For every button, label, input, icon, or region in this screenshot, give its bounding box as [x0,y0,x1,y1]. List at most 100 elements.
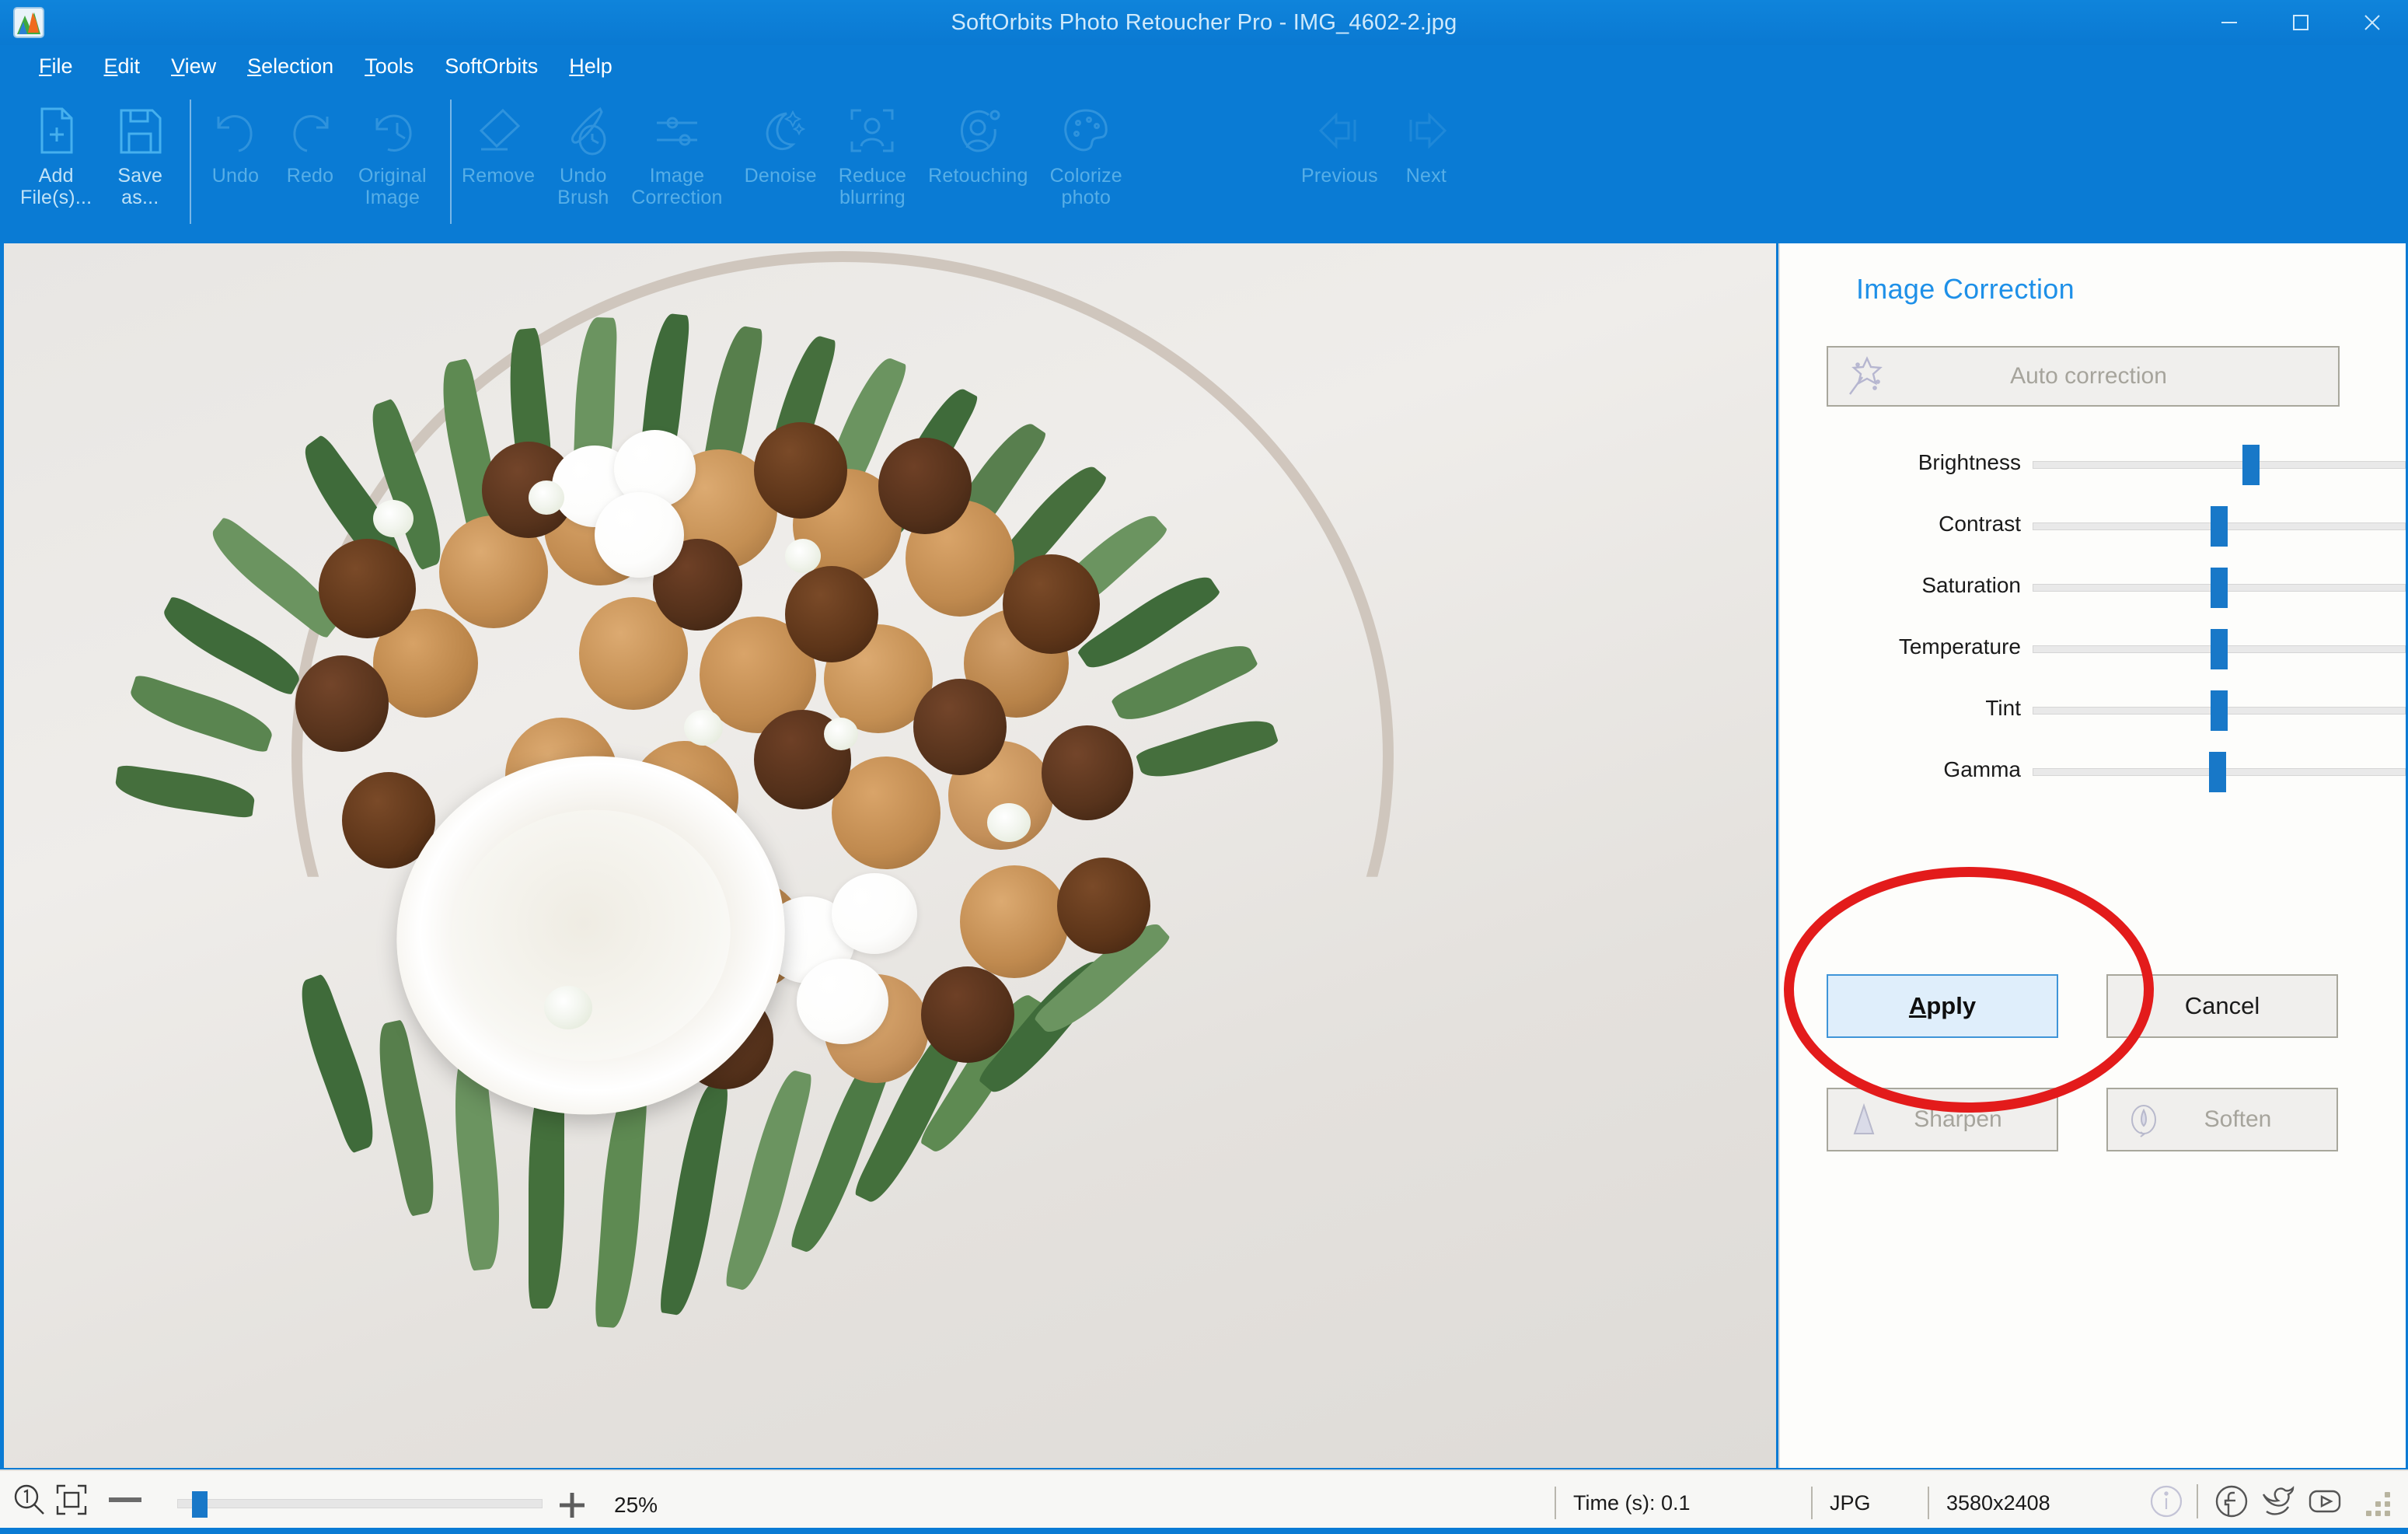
toolbar-next-label: Next [1405,165,1447,187]
toolbar-group-file: Add File(s)... Save as... [9,87,204,241]
toolbar-original-image-button[interactable]: Original Image [347,87,438,235]
toolbar-redo-button[interactable]: Redo [273,87,347,235]
redo-icon [284,104,337,157]
toolbar-group-history: Undo Redo Original Image [198,87,464,241]
maximize-button[interactable] [2265,0,2336,45]
slider-label-gamma: Gamma [1943,757,2021,781]
moon-stars-icon [754,104,807,157]
magic-wand-icon [1844,355,1886,397]
slider-track-brightness[interactable] [2033,461,2406,469]
toolbar-retouching-button[interactable]: Retouching [917,87,1038,235]
toolbar-redo-label: Redo [286,165,334,187]
zoom-out-icon[interactable] [109,1497,141,1502]
toolbar-undo-brush-button[interactable]: Undo Brush [546,87,620,235]
save-as-icon [113,104,166,157]
zoom-in-icon[interactable] [557,1490,588,1521]
toolbar: Add File(s)... Save as... Undo Redo Orig… [0,87,2408,241]
toolbar-image-correction-label: Image Correction [631,165,723,208]
sharpen-label: Sharpen [1914,1106,2002,1132]
fit-to-window-icon[interactable] [53,1481,90,1518]
minimize-button[interactable] [2193,0,2265,45]
toolbar-save-as-button[interactable]: Save as... [103,87,177,235]
wreath-arrangement [113,243,1461,1468]
arrow-right-icon [1400,104,1453,157]
menu-item-file[interactable]: File [23,51,89,82]
facebook-icon[interactable] [2212,1482,2251,1521]
toolbar-original-image-label: Original Image [358,165,427,208]
toolbar-colorize-photo-button[interactable]: Colorize photo [1039,87,1133,235]
toolbar-retouching-label: Retouching [928,165,1028,187]
status-separator [2197,1484,2198,1518]
application-window: SoftOrbits Photo Retoucher Pro - IMG_460… [0,0,2408,1534]
close-button[interactable] [2336,0,2408,45]
zoom-slider-thumb[interactable] [192,1491,208,1518]
slider-thumb-tint[interactable] [2211,690,2228,731]
window-edge-bottom [0,1528,2408,1534]
slider-thumb-saturation[interactable] [2211,568,2228,608]
toolbar-add-files-label: Add File(s)... [20,165,92,208]
zoom-controls [11,1477,152,1522]
original-image-icon [366,104,419,157]
slider-label-saturation: Saturation [1921,573,2021,597]
panel-title: Image Correction [1856,273,2075,305]
zoom-level-value: 25% [614,1493,658,1517]
resize-grip-icon[interactable] [2366,1492,2392,1518]
soften-label: Soften [2204,1106,2272,1132]
menu-item-help[interactable]: Help [553,51,628,82]
title-bar: SoftOrbits Photo Retoucher Pro - IMG_460… [0,0,2408,45]
toolbar-add-files-button[interactable]: Add File(s)... [9,87,103,235]
status-bar: 25% Time (s): 0.1 JPG 3580x2408 [0,1469,2408,1529]
slider-row-gamma: Gamma [1780,745,2406,806]
slider-thumb-brightness[interactable] [2242,445,2260,485]
menu-item-selection[interactable]: Selection [232,51,349,82]
toolbar-reduce-blurring-button[interactable]: Reduce blurring [828,87,917,235]
slider-thumb-gamma[interactable] [2209,752,2226,792]
sharpen-button[interactable]: Sharpen [1827,1088,2058,1151]
apply-button[interactable]: Apply [1827,974,2058,1038]
status-time: Time (s): 0.1 [1555,1487,1691,1519]
toolbar-remove-label: Remove [462,165,536,187]
youtube-icon[interactable] [2305,1482,2344,1521]
toolbar-image-correction-button[interactable]: Image Correction [620,87,733,235]
slider-thumb-temperature[interactable] [2211,629,2228,669]
toolbar-separator-1 [190,100,192,224]
toolbar-undo-brush-label: Undo Brush [557,165,609,208]
menu-item-softorbits[interactable]: SoftOrbits [429,51,553,82]
arrow-left-icon [1313,104,1366,157]
retouch-face-icon [951,104,1004,157]
zoom-slider-track[interactable] [177,1499,543,1508]
menu-item-edit[interactable]: Edit [89,51,156,82]
menu-item-view[interactable]: View [155,51,232,82]
undo-icon [209,104,262,157]
toolbar-next-button[interactable]: Next [1389,87,1464,235]
zoom-actual-size-icon[interactable] [11,1481,48,1518]
sharpen-triangle-icon [1845,1101,1883,1138]
auto-correction-button[interactable]: Auto correction [1827,346,2340,407]
toolbar-group-tools: Remove Undo Brush Image Correction Denoi… [451,87,1133,241]
slider-row-brightness: Brightness [1780,438,2406,499]
toolbar-undo-button[interactable]: Undo [198,87,273,235]
toolbar-group-navigation: Previous Next [1290,87,1464,241]
slider-row-saturation: Saturation [1780,561,2406,622]
sliders-icon [651,104,703,157]
menu-item-tools[interactable]: Tools [349,51,429,82]
toolbar-undo-label: Undo [211,165,260,187]
add-file-icon [30,104,82,157]
twitter-icon[interactable] [2259,1482,2298,1521]
undo-brush-icon [557,104,609,157]
slider-label-temperature: Temperature [1898,634,2021,659]
adjustment-sliders: Brightness Contrast Saturation Temperatu… [1780,438,2406,806]
toolbar-remove-button[interactable]: Remove [451,87,546,235]
window-title: SoftOrbits Photo Retoucher Pro - IMG_460… [951,10,1457,35]
slider-row-contrast: Contrast [1780,499,2406,561]
slider-thumb-contrast[interactable] [2211,506,2228,547]
cancel-button[interactable]: Cancel [2106,974,2338,1038]
toolbar-previous-button[interactable]: Previous [1290,87,1389,235]
toolbar-denoise-label: Denoise [744,165,817,187]
soften-drop-icon [2125,1101,2162,1138]
info-icon[interactable] [2147,1482,2186,1521]
toolbar-denoise-button[interactable]: Denoise [734,87,828,235]
soften-button[interactable]: Soften [2106,1088,2338,1151]
slider-label-tint: Tint [1985,696,2021,720]
image-canvas[interactable] [4,243,1776,1468]
